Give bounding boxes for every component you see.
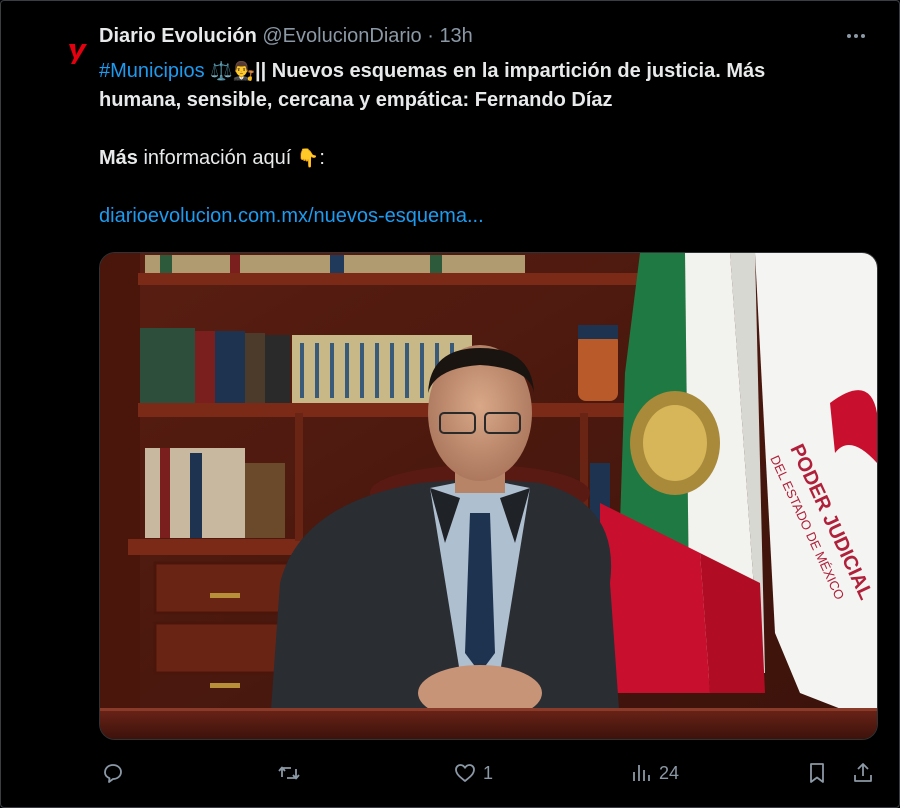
views-count: 24 [659, 762, 680, 783]
share-button[interactable] [851, 756, 875, 790]
author-handle[interactable]: @EvolucionDiario [262, 25, 421, 47]
bookmark-icon [810, 763, 824, 783]
avatar[interactable] [63, 39, 91, 67]
like-count: 1 [483, 762, 494, 783]
retweet-icon [278, 766, 300, 780]
headline-line-2: humana, sensible, cercana y empática: Fe… [99, 89, 613, 111]
views-button[interactable]: 24 [629, 756, 679, 790]
separator-dot: · [427, 25, 434, 47]
hashtag-emoji: ⚖️👨‍⚖️ [210, 61, 255, 82]
retweet-button[interactable] [277, 756, 307, 790]
like-button[interactable]: 1 [453, 756, 493, 790]
action-bar: 1 24 [1, 756, 900, 790]
more-info-bold: Más [99, 147, 138, 169]
article-link[interactable]: diarioevolucion.com.mx/nuevos-esquema... [99, 202, 879, 231]
tweet-header: Diario Evolución @EvolucionDiario · 13h [99, 23, 473, 49]
tweet-card[interactable]: Diario Evolución @EvolucionDiario · 13h … [0, 0, 900, 808]
logo-icon [69, 44, 87, 64]
more-button[interactable] [841, 23, 871, 49]
author-name[interactable]: Diario Evolución [99, 25, 257, 47]
bookmark-button[interactable] [805, 756, 829, 790]
reply-button[interactable] [101, 756, 131, 790]
headline-line-1: || Nuevos esquemas en la impartición de … [255, 60, 766, 82]
hashtag-link[interactable]: #Municipios [99, 60, 205, 82]
tweet-text: #Municipios ⚖️👨‍⚖️|| Nuevos esquemas en … [99, 57, 879, 231]
pointing-down-emoji: 👇 [296, 148, 320, 169]
like-icon [455, 764, 475, 782]
more-icon [847, 34, 851, 38]
share-icon [854, 763, 872, 782]
more-info-colon: : [319, 147, 325, 169]
media-photo: PODER JUDICIAL DEL ESTADO DE MÉXICO [100, 253, 877, 739]
tweet-media-image[interactable]: PODER JUDICIAL DEL ESTADO DE MÉXICO [99, 252, 878, 740]
more-info-text: información aquí [137, 147, 297, 169]
timestamp[interactable]: 13h [439, 25, 472, 47]
views-icon [633, 765, 650, 781]
reply-icon [104, 764, 122, 783]
